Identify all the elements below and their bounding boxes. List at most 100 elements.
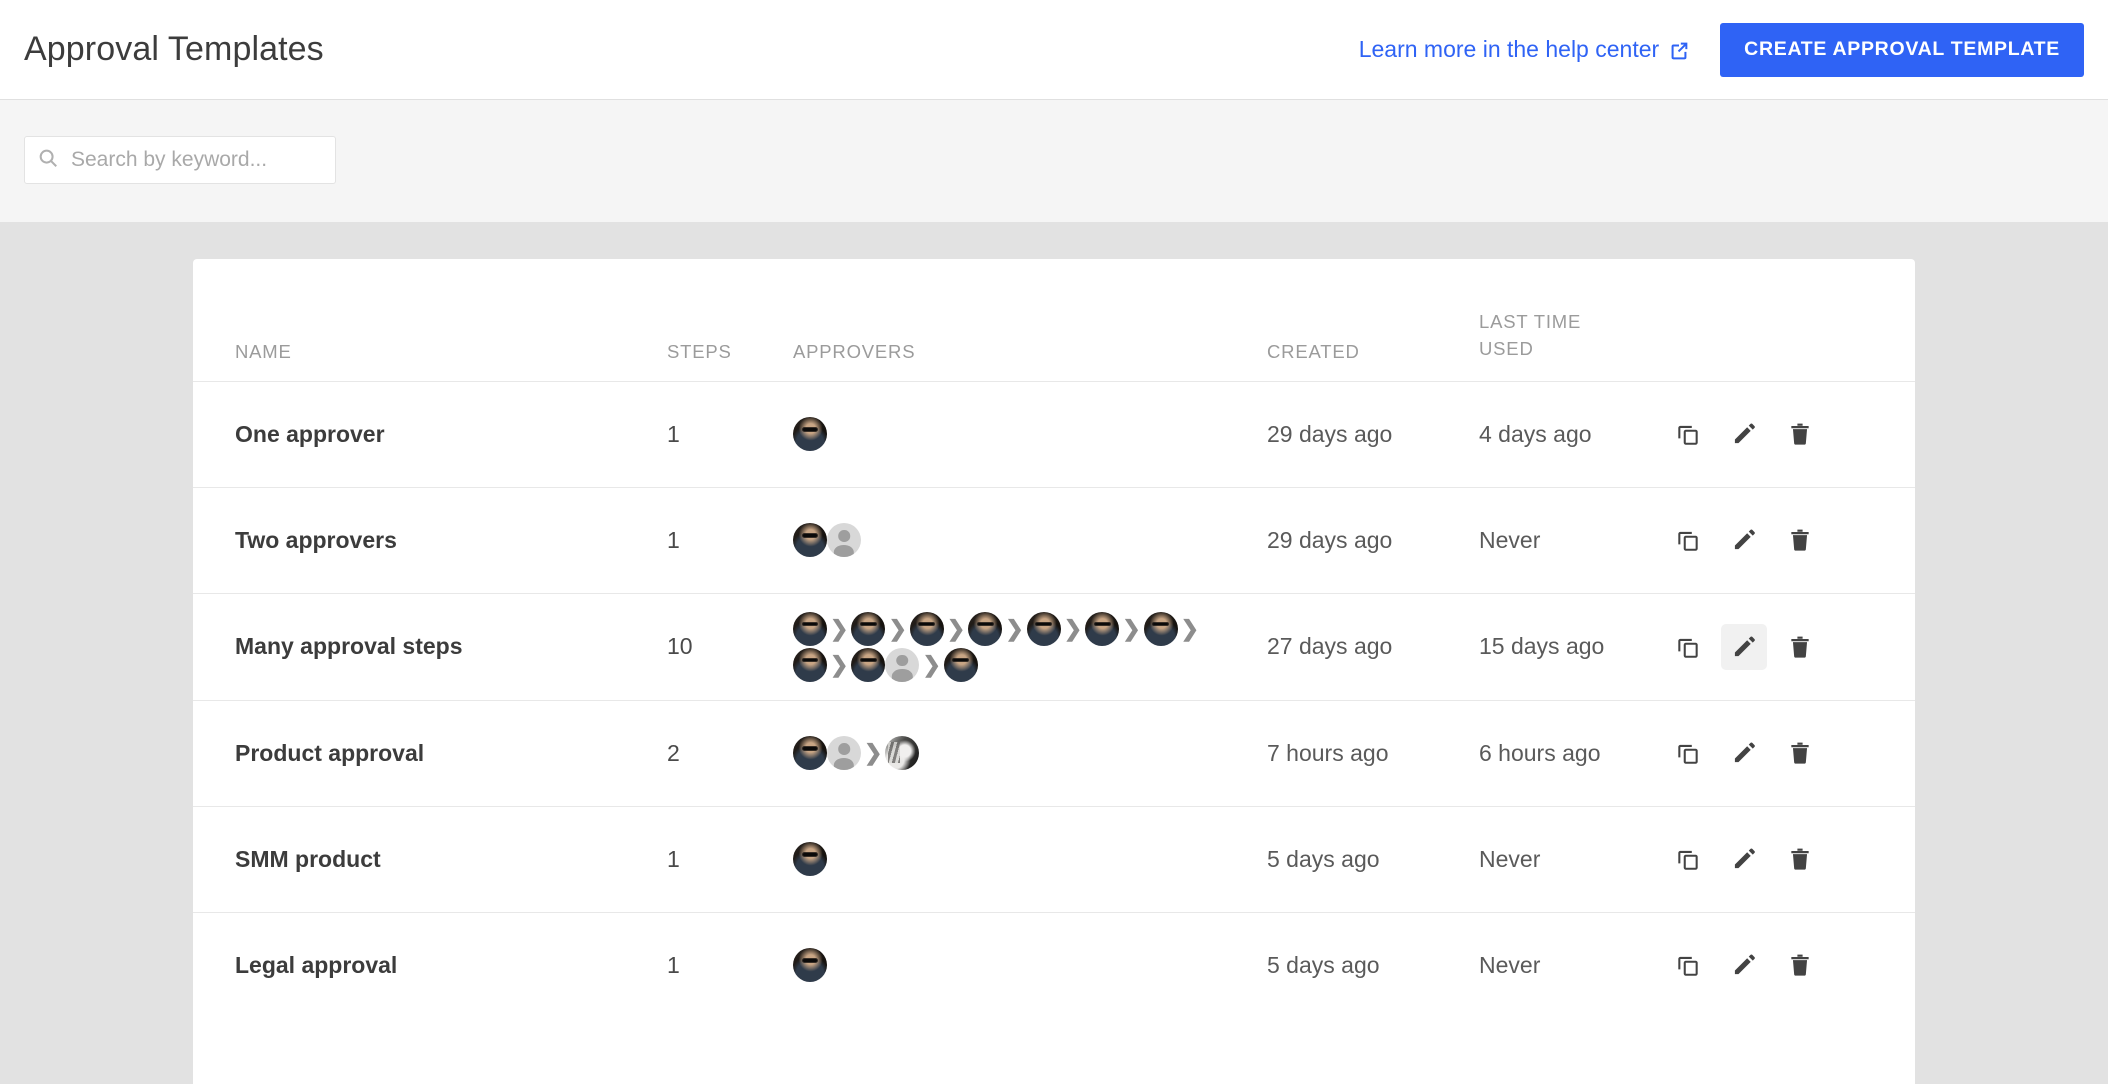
copy-icon — [1675, 952, 1701, 978]
avatar-placeholder — [885, 647, 920, 682]
chevron-right-icon: ❯ — [1063, 615, 1083, 641]
template-steps-count: 1 — [667, 951, 680, 978]
approver-chain — [793, 417, 1213, 451]
duplicate-template-button[interactable] — [1665, 411, 1711, 457]
external-link-icon — [1668, 40, 1690, 62]
table-row[interactable]: Many approval steps 10 ❯ ❯ ❯ ❯ ❯ ❯ ❯ ❯ ❯ 27 days ag… — [193, 593, 1915, 701]
copy-icon — [1675, 527, 1701, 553]
avatar — [793, 417, 827, 451]
avatar-placeholder — [827, 736, 861, 770]
pencil-icon — [1731, 634, 1757, 660]
template-name: Two approvers — [193, 487, 667, 594]
table-row[interactable]: Two approvers 1 29 days ago Never — [193, 487, 1915, 594]
template-name: Many approval steps — [193, 593, 667, 701]
avatar — [793, 647, 827, 682]
row-action-group — [1659, 942, 1915, 988]
table-header: NAME STEPS APPROVERS CREATED LAST TIME U… — [193, 259, 1915, 382]
column-header-last-time-used-line1: LAST TIME — [1479, 310, 1582, 332]
template-name: One approver — [193, 381, 667, 488]
template-row-actions — [1659, 806, 1915, 913]
table-row[interactable]: SMM product 1 5 days ago Never — [193, 806, 1915, 913]
template-row-actions — [1659, 700, 1915, 807]
table-row[interactable]: Legal approval 1 5 days ago Never — [193, 912, 1915, 1018]
delete-template-button[interactable] — [1777, 624, 1823, 670]
avatar — [1143, 611, 1178, 646]
approver-chain: ❯ — [793, 736, 1213, 770]
avatar — [909, 611, 944, 646]
column-header-created: CREATED — [1267, 259, 1479, 382]
trash-icon — [1787, 846, 1813, 872]
approval-templates-card: NAME STEPS APPROVERS CREATED LAST TIME U… — [193, 259, 1915, 1084]
delete-template-button[interactable] — [1777, 730, 1823, 776]
edit-template-button[interactable] — [1721, 623, 1767, 670]
table-row[interactable]: One approver 1 29 days ago 4 days ago — [193, 381, 1915, 488]
table-header-row: NAME STEPS APPROVERS CREATED LAST TIME U… — [193, 259, 1915, 382]
search-input[interactable] — [71, 148, 342, 172]
row-action-group — [1659, 623, 1915, 670]
template-last-time-used: Never — [1479, 487, 1659, 594]
template-created: 5 days ago — [1267, 806, 1479, 913]
avatar — [885, 736, 920, 770]
column-header-last-time-used: LAST TIME USED — [1479, 259, 1659, 382]
search-icon — [37, 147, 59, 174]
content-area: NAME STEPS APPROVERS CREATED LAST TIME U… — [0, 222, 2108, 1084]
delete-template-button[interactable] — [1777, 517, 1823, 563]
template-approvers: ❯ — [793, 700, 1267, 807]
template-approvers — [793, 381, 1267, 488]
template-created: 7 hours ago — [1267, 700, 1479, 807]
template-created: 5 days ago — [1267, 951, 1380, 978]
avatar-placeholder — [827, 523, 861, 557]
edit-template-button[interactable] — [1721, 411, 1767, 457]
duplicate-template-button[interactable] — [1665, 517, 1711, 563]
template-created: 27 days ago — [1267, 593, 1479, 701]
avatar — [1026, 611, 1061, 646]
template-name: Product approval — [193, 700, 667, 807]
template-approvers: ❯ ❯ ❯ ❯ ❯ ❯ ❯ ❯ ❯ — [793, 593, 1267, 701]
delete-template-button[interactable] — [1777, 942, 1823, 988]
duplicate-template-button[interactable] — [1665, 624, 1711, 670]
copy-icon — [1675, 846, 1701, 872]
search-field-wrapper[interactable] — [24, 136, 342, 184]
edit-template-button[interactable] — [1721, 836, 1767, 882]
approver-chain — [793, 523, 1213, 557]
chevron-right-icon: ❯ — [1122, 615, 1141, 641]
copy-icon — [1675, 740, 1701, 766]
table-row[interactable]: Product approval 2 ❯ 7 hours ago 6 hours ago — [193, 700, 1915, 807]
duplicate-template-button[interactable] — [1665, 942, 1711, 988]
template-name: Legal approval — [235, 951, 398, 978]
help-center-link[interactable]: Learn more in the help center — [1359, 36, 1690, 63]
avatar — [1085, 611, 1120, 646]
edit-template-button[interactable] — [1721, 942, 1767, 988]
trash-icon — [1787, 527, 1813, 553]
chevron-right-icon: ❯ — [1180, 615, 1200, 641]
template-last-time-used: 4 days ago — [1479, 381, 1659, 488]
column-header-name: NAME — [193, 259, 667, 382]
template-last-time-used: 6 hours ago — [1479, 700, 1659, 807]
edit-template-button[interactable] — [1721, 730, 1767, 776]
avatar — [851, 611, 886, 646]
avatar — [943, 647, 978, 682]
duplicate-template-button[interactable] — [1665, 730, 1711, 776]
approval-templates-table: NAME STEPS APPROVERS CREATED LAST TIME U… — [193, 259, 1915, 1018]
template-last-time-used: 15 days ago — [1479, 593, 1659, 701]
delete-template-button[interactable] — [1777, 836, 1823, 882]
page-title: Approval Templates — [24, 30, 324, 68]
template-last-time-used: Never — [1479, 806, 1659, 913]
pencil-icon — [1731, 740, 1757, 766]
chevron-right-icon: ❯ — [888, 615, 907, 641]
template-approvers — [793, 912, 1267, 1018]
avatar — [793, 611, 827, 646]
duplicate-template-button[interactable] — [1665, 836, 1711, 882]
template-steps-count: 1 — [667, 806, 793, 913]
approver-chain — [793, 948, 1213, 983]
trash-icon — [1787, 952, 1813, 978]
approver-chain — [793, 842, 1213, 876]
avatar — [793, 523, 827, 557]
chevron-right-icon: ❯ — [946, 615, 966, 641]
create-approval-template-button[interactable]: CREATE APPROVAL TEMPLATE — [1720, 22, 2084, 77]
delete-template-button[interactable] — [1777, 411, 1823, 457]
avatar — [793, 948, 827, 983]
edit-template-button[interactable] — [1721, 517, 1767, 563]
template-name: SMM product — [193, 806, 667, 913]
chevron-right-icon: ❯ — [830, 651, 849, 677]
